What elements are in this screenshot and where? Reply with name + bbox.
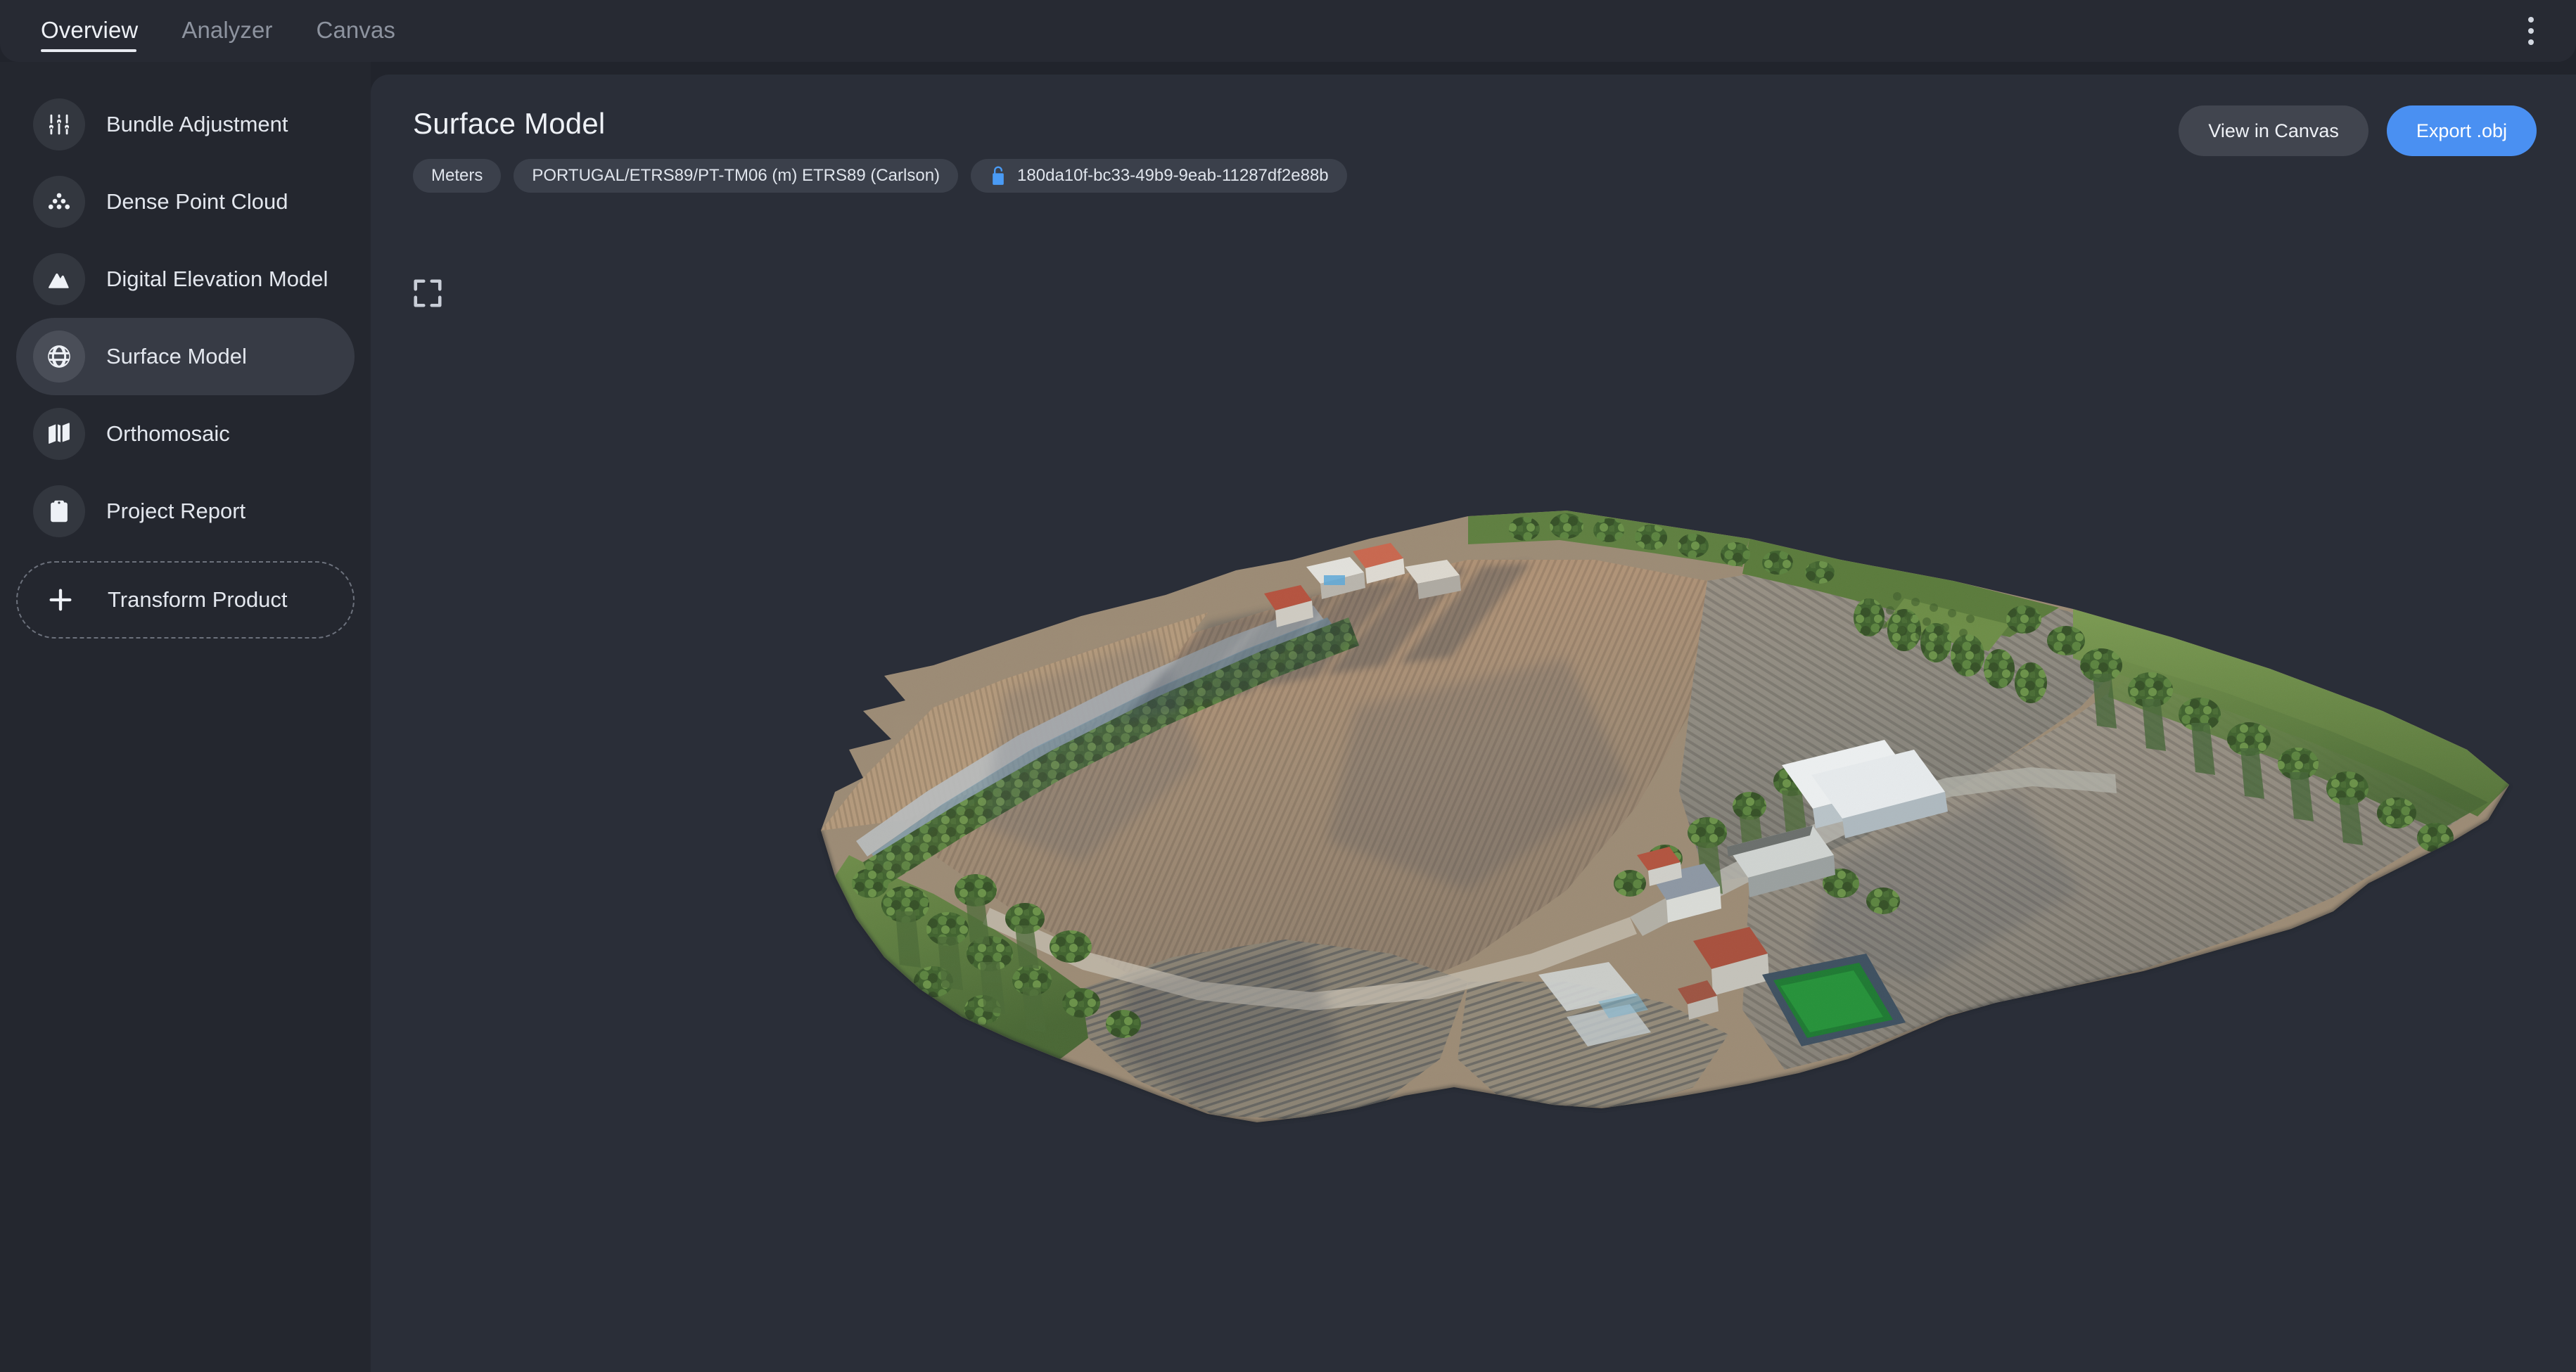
- sidebar-item-label: Digital Elevation Model: [106, 267, 329, 291]
- chip-product-id[interactable]: 180da10f-bc33-49b9-9eab-11287df2e88b: [971, 159, 1347, 193]
- top-navigation-bar: Overview Analyzer Canvas: [0, 0, 2576, 62]
- tab-overview[interactable]: Overview: [41, 17, 138, 62]
- sidebar-item-label: Surface Model: [106, 344, 247, 368]
- chip-product-id-label: 180da10f-bc33-49b9-9eab-11287df2e88b: [1017, 166, 1329, 185]
- chip-coordinate-system[interactable]: PORTUGAL/ETRS89/PT-TM06 (m) ETRS89 (Carl…: [514, 159, 959, 193]
- transform-product-label: Transform Product: [108, 587, 288, 612]
- tab-canvas[interactable]: Canvas: [317, 17, 396, 62]
- sidebar-item-project-report[interactable]: Project Report: [16, 473, 355, 550]
- surface-model-3d-viewport[interactable]: [371, 75, 2576, 1372]
- plus-icon: [34, 586, 87, 614]
- tab-analyzer[interactable]: Analyzer: [181, 17, 272, 62]
- export-obj-button[interactable]: Export .obj: [2386, 105, 2537, 156]
- kebab-menu-icon[interactable]: [2517, 12, 2545, 50]
- header-actions: View in Canvas Export .obj: [2179, 105, 2537, 156]
- fullscreen-expand-icon[interactable]: [412, 277, 444, 309]
- globe-icon: [33, 331, 85, 383]
- village-buildings: [1264, 543, 1461, 627]
- panel-header: Surface Model Meters PORTUGAL/ETRS89/PT-…: [371, 75, 2576, 193]
- clipboard-check-icon: [33, 485, 85, 537]
- metadata-chip-list: Meters PORTUGAL/ETRS89/PT-TM06 (m) ETRS8…: [413, 159, 2576, 193]
- unlock-icon: [989, 165, 1007, 186]
- sidebar-item-dense-point-cloud[interactable]: Dense Point Cloud: [16, 163, 355, 241]
- chip-units[interactable]: Meters: [413, 159, 502, 193]
- sidebar-item-label: Project Report: [106, 499, 246, 523]
- sidebar-item-digital-elevation-model[interactable]: Digital Elevation Model: [16, 241, 355, 318]
- map-icon: [33, 408, 85, 460]
- view-in-canvas-button[interactable]: View in Canvas: [2179, 105, 2368, 156]
- farmstead: [1538, 740, 1948, 1046]
- sidebar-item-label: Dense Point Cloud: [106, 189, 288, 214]
- main-panel: Surface Model Meters PORTUGAL/ETRS89/PT-…: [371, 75, 2576, 1372]
- sidebar-item-orthomosaic[interactable]: Orthomosaic: [16, 395, 355, 473]
- chip-coordinate-system-label: PORTUGAL/ETRS89/PT-TM06 (m) ETRS89 (Carl…: [532, 166, 941, 185]
- points-cluster-icon: [33, 176, 85, 228]
- mesh-body: [821, 511, 2509, 1122]
- tree-clusters: [852, 513, 2454, 1038]
- mountain-icon: [33, 253, 85, 305]
- tab-list: Overview Analyzer Canvas: [0, 0, 395, 62]
- sidebar-item-surface-model[interactable]: Surface Model: [16, 318, 355, 395]
- sidebar: Bundle Adjustment Dense Point Cloud Digi…: [0, 62, 371, 1372]
- sidebar-item-label: Orthomosaic: [106, 421, 230, 446]
- sidebar-item-bundle-adjustment[interactable]: Bundle Adjustment: [16, 86, 355, 163]
- sliders-icon: [33, 98, 85, 150]
- sidebar-item-label: Bundle Adjustment: [106, 112, 288, 136]
- transform-product-button[interactable]: Transform Product: [16, 561, 355, 639]
- chip-units-label: Meters: [431, 166, 483, 185]
